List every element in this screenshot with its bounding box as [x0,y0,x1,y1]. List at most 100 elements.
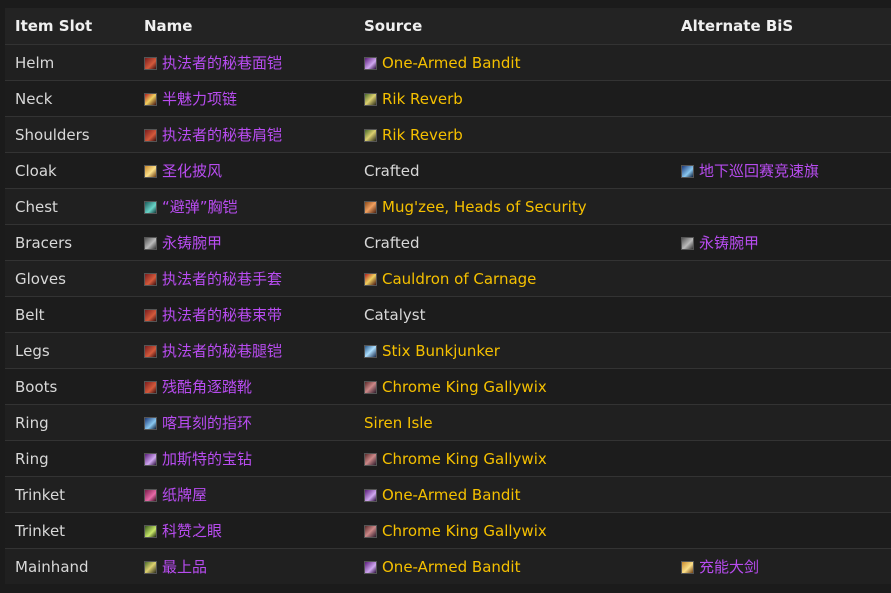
alternate-item-label: 充能大剑 [699,558,760,576]
item-link[interactable]: 永铸腕甲 [144,234,222,252]
source-cell: Mug'zee, Heads of Security [354,188,671,225]
item-link[interactable]: 喀耳刻的指环 [144,414,252,432]
alternate-bis-cell [671,116,891,153]
table-row: Trinket 纸牌屋 One-Armed Bandit [5,476,891,513]
zone-link[interactable]: Siren Isle [364,414,433,432]
table-row: Belt 执法者的秘巷束带 Catalyst [5,296,891,333]
source-cell: Stix Bunkjunker [354,332,671,369]
source-link-label: Rik Reverb [382,89,463,108]
item-link[interactable]: 执法者的秘巷面铠 [144,54,282,72]
source-link-label: Siren Isle [364,413,433,432]
alternate-item-link[interactable]: 充能大剑 [681,558,759,576]
item-name-cell: 执法者的秘巷腿铠 [134,332,354,369]
item-link[interactable]: 纸牌屋 [144,486,207,504]
alternate-bis-cell [671,260,891,297]
item-name-cell: 永铸腕甲 [134,224,354,261]
item-name-cell: 执法者的秘巷面铠 [134,44,354,81]
item-link[interactable]: 执法者的秘巷肩铠 [144,126,282,144]
weapon-icon [144,561,157,574]
item-link[interactable]: 科赞之眼 [144,522,222,540]
table-row: Bracers 永铸腕甲 Crafted 永铸腕甲 [5,224,891,261]
alternate-bis-cell [671,188,891,225]
alternate-bis-cell [671,512,891,549]
item-link-label: 喀耳刻的指环 [162,414,253,432]
source-link-label: Stix Bunkjunker [382,341,500,360]
boss-portrait-icon [364,488,377,502]
boss-link[interactable]: Chrome King Gallywix [364,378,547,396]
source-link-label: One-Armed Bandit [382,53,521,72]
item-link-label: 执法者的秘巷手套 [162,270,283,288]
table-row: Shoulders 执法者的秘巷肩铠 Rik Reverb [5,116,891,153]
alternate-bis-cell: 永铸腕甲 [671,224,891,261]
boss-link[interactable]: Rik Reverb [364,90,463,108]
source-cell: Siren Isle [354,404,671,441]
alternate-item-label: 永铸腕甲 [699,234,760,252]
item-link-label: 半魅力项链 [162,90,238,108]
boss-portrait-icon [364,272,377,286]
alternate-bis-cell [671,440,891,477]
alternate-bis-cell [671,368,891,405]
item-slot-cell: Trinket [5,512,134,549]
table-row: Chest “避弹”胸铠 Mug'zee, Heads of Security [5,188,891,225]
table-row: Ring 加斯特的宝钻 Chrome King Gallywix [5,440,891,477]
source-cell: Chrome King Gallywix [354,512,671,549]
source-link-label: Cauldron of Carnage [382,269,537,288]
ring-icon [144,453,157,466]
item-link[interactable]: 半魅力项链 [144,90,237,108]
boss-portrait-icon [364,128,377,142]
header-name: Name [134,8,354,45]
item-slot-cell: Ring [5,440,134,477]
item-link[interactable]: 执法者的秘巷手套 [144,270,282,288]
boss-link[interactable]: Mug'zee, Heads of Security [364,198,587,216]
item-name-cell: 残酷角逐踏靴 [134,368,354,405]
boss-portrait-icon [364,524,377,538]
alternate-item-link[interactable]: 地下巡回赛竞速旗 [681,162,819,180]
item-slot-cell: Shoulders [5,116,134,153]
boss-link[interactable]: One-Armed Bandit [364,486,520,504]
cloak-icon [681,165,694,178]
boss-link[interactable]: Chrome King Gallywix [364,522,547,540]
source-cell: One-Armed Bandit [354,476,671,513]
item-name-cell: 科赞之眼 [134,512,354,549]
item-link[interactable]: 残酷角逐踏靴 [144,378,252,396]
boss-link[interactable]: Stix Bunkjunker [364,342,500,360]
item-link[interactable]: 圣化披风 [144,162,222,180]
weapon-icon [681,561,694,574]
boss-link[interactable]: Cauldron of Carnage [364,270,536,288]
item-link-label: 执法者的秘巷面铠 [162,54,283,72]
boss-portrait-icon [364,344,377,358]
trinket-icon [144,489,157,502]
item-name-cell: 执法者的秘巷肩铠 [134,116,354,153]
alternate-bis-cell [671,332,891,369]
alternate-bis-cell [671,476,891,513]
item-link[interactable]: 执法者的秘巷束带 [144,306,282,324]
item-link-label: 最上品 [162,558,208,576]
boss-link[interactable]: One-Armed Bandit [364,558,520,576]
item-link[interactable]: “避弹”胸铠 [144,198,238,216]
item-slot-cell: Neck [5,80,134,117]
item-link-label: 执法者的秘巷束带 [162,306,283,324]
item-link[interactable]: 执法者的秘巷腿铠 [144,342,282,360]
alternate-item-link[interactable]: 永铸腕甲 [681,234,759,252]
source-link-label: Mug'zee, Heads of Security [382,197,587,216]
bis-gear-table: Item Slot Name Source Alternate BiS Helm… [5,8,891,584]
item-slot-cell: Chest [5,188,134,225]
boss-link[interactable]: Rik Reverb [364,126,463,144]
item-slot-cell: Helm [5,44,134,81]
header-alternate-bis: Alternate BiS [671,8,891,45]
item-link[interactable]: 最上品 [144,558,207,576]
alternate-bis-cell [671,296,891,333]
belt-icon [144,309,157,322]
boss-link[interactable]: Chrome King Gallywix [364,450,547,468]
item-slot-cell: Ring [5,404,134,441]
source-link-label: Chrome King Gallywix [382,377,547,396]
item-link[interactable]: 加斯特的宝钻 [144,450,252,468]
source-cell: Chrome King Gallywix [354,440,671,477]
item-slot-cell: Cloak [5,152,134,189]
source-cell: Crafted [354,152,671,189]
item-name-cell: 半魅力项链 [134,80,354,117]
item-name-cell: 执法者的秘巷束带 [134,296,354,333]
boss-link[interactable]: One-Armed Bandit [364,54,520,72]
boss-portrait-icon [364,452,377,466]
legs-icon [144,345,157,358]
